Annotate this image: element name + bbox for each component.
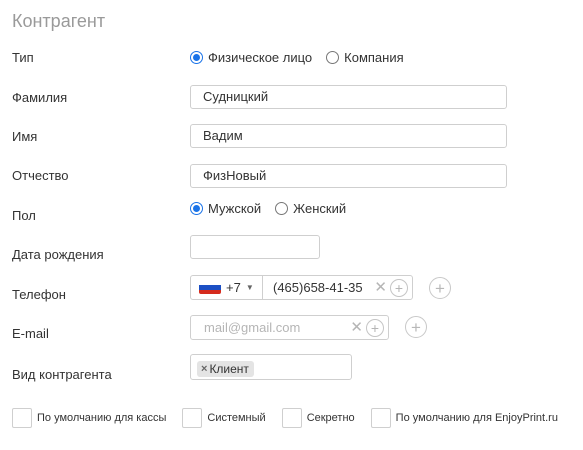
checkbox-default-cashbox[interactable]: По умолчанию для кассы [12, 408, 166, 428]
first-name-field[interactable]: Вадим [190, 124, 507, 148]
tag-chip: × Клиент [197, 361, 254, 377]
country-code: +7 [226, 280, 241, 295]
checkbox-icon[interactable] [12, 408, 32, 428]
radio-individual[interactable]: Физическое лицо [190, 50, 312, 65]
remove-tag-icon[interactable]: × [201, 363, 207, 375]
chevron-down-icon: ▼ [245, 283, 254, 292]
options-checkboxes: По умолчанию для кассы Системный Секретн… [12, 408, 558, 428]
radio-female-label: Женский [293, 201, 347, 216]
add-icon[interactable]: + [366, 318, 384, 337]
radio-checked-icon[interactable] [190, 51, 203, 64]
clear-icon[interactable]: ✕ [350, 320, 363, 335]
add-email-button[interactable]: + [405, 316, 427, 338]
checkbox-icon[interactable] [281, 408, 302, 428]
birth-date-field[interactable] [190, 235, 320, 259]
checkbox-icon[interactable] [370, 408, 391, 428]
radio-checked-icon[interactable] [190, 202, 203, 215]
form-title: Контрагент [12, 11, 106, 31]
radio-female[interactable]: Женский [275, 201, 346, 216]
checkbox-secret[interactable]: Секретно [281, 408, 355, 428]
counterparty-type-label: Вид контрагента [12, 367, 112, 382]
counterparty-type-field[interactable]: × Клиент [190, 354, 352, 380]
email-input[interactable] [202, 319, 351, 336]
last-name-label: Фамилия [12, 90, 68, 105]
checkbox-label: По умолчанию для кассы [37, 412, 167, 424]
clear-icon[interactable]: ✕ [374, 280, 387, 295]
email-field-group: ✕ + [190, 315, 389, 340]
add-icon[interactable]: + [390, 278, 408, 297]
birth-date-label: Дата рождения [12, 247, 104, 262]
radio-unchecked-icon[interactable] [326, 51, 340, 64]
radio-male-label: Мужской [208, 201, 262, 216]
gender-label: Пол [12, 208, 36, 223]
phone-label: Телефон [12, 287, 66, 302]
checkbox-label: Секретно [306, 412, 355, 424]
radio-male[interactable]: Мужской [190, 201, 261, 216]
country-code-select[interactable]: +7 ▼ [191, 276, 263, 299]
phone-input[interactable]: (465)658-41-35 [263, 280, 374, 295]
checkbox-icon[interactable] [182, 408, 203, 428]
phone-field-group: +7 ▼ (465)658-41-35 ✕ + [190, 275, 413, 300]
add-phone-button[interactable]: + [429, 277, 451, 299]
checkbox-label: По умолчанию для EnjoyPrint.ru [395, 412, 558, 424]
checkbox-label: Системный [207, 412, 266, 424]
first-name-label: Имя [12, 129, 38, 144]
type-label: Тип [12, 50, 34, 65]
last-name-field[interactable]: Судницкий [190, 85, 507, 109]
middle-name-label: Отчество [12, 168, 69, 183]
checkbox-default-enjoyprint[interactable]: По умолчанию для EnjoyPrint.ru [370, 408, 558, 428]
checkbox-system[interactable]: Системный [182, 408, 266, 428]
radio-individual-label: Физическое лицо [208, 50, 313, 65]
gender-radio-group: Мужской Женский [190, 201, 360, 216]
tag-label: Клиент [209, 362, 249, 376]
russia-flag-icon [199, 281, 221, 294]
radio-company[interactable]: Компания [326, 50, 404, 65]
middle-name-field[interactable]: ФизНовый [190, 164, 507, 188]
radio-company-label: Компания [344, 50, 404, 65]
radio-unchecked-icon[interactable] [275, 202, 289, 215]
email-label: E-mail [12, 326, 49, 341]
type-radio-group: Физическое лицо Компания [190, 50, 418, 65]
